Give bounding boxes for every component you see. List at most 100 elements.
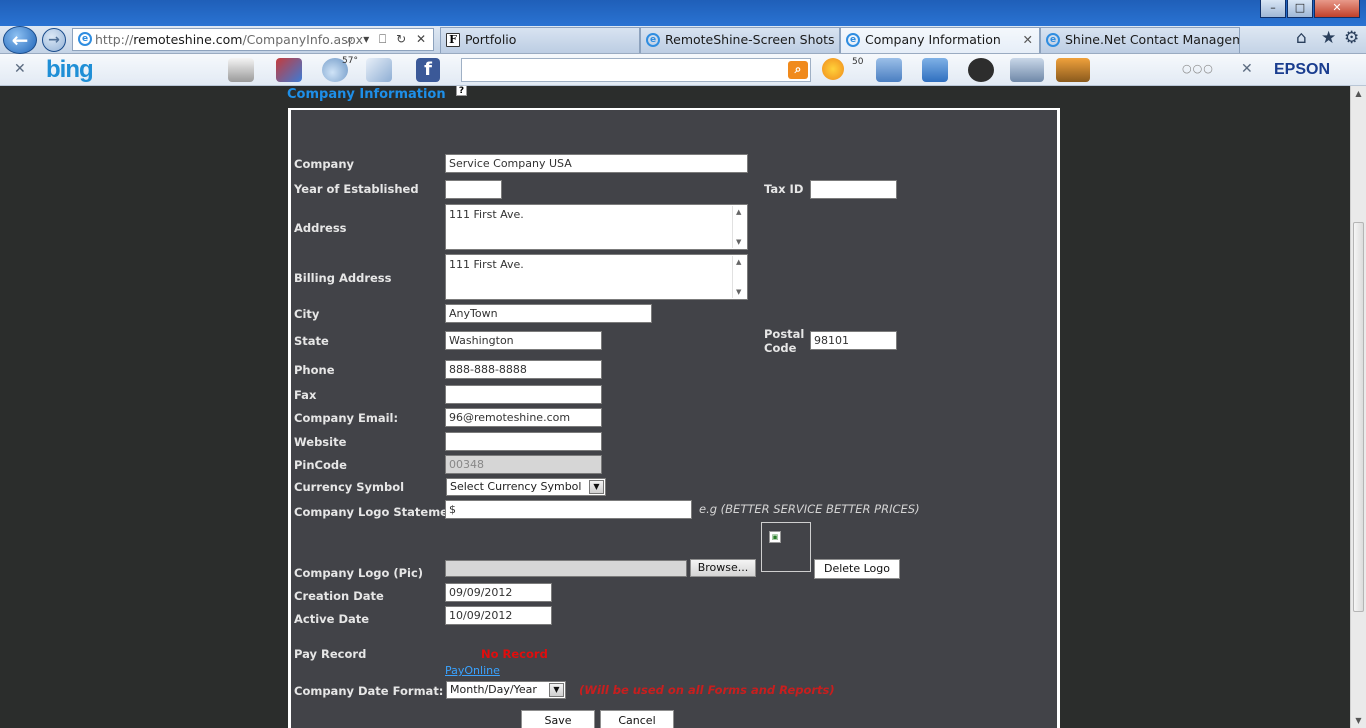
forward-button[interactable]: → (42, 28, 66, 52)
scroll-thumb[interactable] (1353, 222, 1364, 612)
fax-input[interactable] (445, 385, 602, 404)
postal-code-label-line1: Postal (764, 327, 805, 341)
weather-temperature: 57° (342, 56, 358, 66)
tab-portfolio[interactable]: F Portfolio (440, 27, 640, 53)
billing-address-label: Billing Address (294, 271, 392, 285)
pincode-input: 00348 (445, 455, 602, 474)
date-format-hint: (Will be used on all Forms and Reports) (579, 683, 835, 697)
page-title: Company Information (287, 87, 446, 102)
tools-gear-icon[interactable]: ⚙ (1344, 28, 1359, 48)
close-window-button[interactable]: ✕ (1314, 0, 1360, 18)
textarea-scrollbar[interactable]: ▲ ▼ (732, 206, 746, 248)
state-input[interactable]: Washington (445, 331, 602, 350)
website-input[interactable] (445, 432, 602, 451)
ie-tab-icon: e (1046, 33, 1060, 47)
company-logo-label: Company Logo (Pic) (294, 566, 424, 580)
address-label: Address (294, 221, 347, 235)
more-options-icon[interactable]: ○○○ (1182, 62, 1214, 75)
billing-address-textarea[interactable]: 111 First Ave. ▲ ▼ (445, 254, 748, 300)
url-path: /CompanyInfo.aspx (242, 32, 364, 47)
save-button[interactable]: Save (521, 710, 595, 728)
company-input[interactable]: Service Company USA (445, 154, 748, 173)
delete-logo-button[interactable]: Delete Logo (814, 559, 900, 579)
active-date-label: Active Date (294, 612, 370, 626)
toolbar-search-input[interactable]: ⌕ (461, 58, 811, 82)
creation-date-label: Creation Date (294, 589, 384, 603)
state-label: State (294, 334, 329, 348)
close-toolbar-icon[interactable]: ✕ (14, 61, 26, 77)
company-label: Company (294, 157, 354, 171)
phone-label: Phone (294, 363, 335, 377)
address-bar[interactable]: e http://remoteshine.com/CompanyInfo.asp… (72, 28, 434, 51)
cancel-button[interactable]: Cancel (600, 710, 674, 728)
dropdown-arrow-icon: ▼ (589, 480, 604, 494)
creation-date-input[interactable]: 09/09/2012 (445, 583, 552, 602)
active-date-input[interactable]: 10/09/2012 (445, 606, 552, 625)
address-tools-icons[interactable]: ⌕ ▾ ⎕ ↻ ✕ (347, 29, 429, 50)
zune-icon[interactable] (968, 58, 994, 82)
phone-input[interactable]: 888-888-8888 (445, 360, 602, 379)
bing-toolbar: ✕ bing 57° f ⌕ 50 ○○○ ✕ EPSON (0, 54, 1366, 86)
url-domain: remoteshine.com (133, 32, 243, 47)
minimize-button[interactable]: – (1260, 0, 1286, 18)
maps-icon[interactable] (276, 58, 302, 82)
no-record-status: No Record (481, 647, 548, 661)
postal-code-label-line2: Code (764, 341, 797, 355)
broken-image-icon: ▣ (769, 531, 781, 543)
scroll-down-arrow-icon[interactable]: ▼ (1351, 713, 1366, 728)
video-icon[interactable] (1010, 58, 1044, 82)
scroll-up-arrow-icon[interactable]: ▲ (1351, 86, 1366, 101)
postal-code-input[interactable]: 98101 (810, 331, 897, 350)
chat-bubble-icon[interactable] (922, 58, 948, 82)
mail-icon[interactable] (366, 58, 392, 82)
tax-id-label: Tax ID (764, 182, 804, 196)
tab-screen-shots[interactable]: e RemoteShine-Screen Shots (640, 27, 840, 53)
website-label: Website (294, 435, 347, 449)
tab-label: Shine.Net Contact Manageme... (1065, 32, 1239, 47)
company-email-input[interactable]: 96@remoteshine.com (445, 408, 602, 427)
date-format-select[interactable]: Month/Day/Year ▼ (446, 681, 566, 699)
pincode-label: PinCode (294, 458, 347, 472)
back-button[interactable]: ← (3, 26, 37, 54)
bing-logo[interactable]: bing (46, 56, 94, 84)
year-established-input[interactable] (445, 180, 502, 199)
close-epson-icon[interactable]: ✕ (1241, 61, 1253, 77)
search-icon[interactable]: ⌕ (788, 61, 808, 79)
date-format-value: Month/Day/Year (450, 683, 537, 696)
like-thumb-icon[interactable] (876, 58, 902, 82)
currency-symbol-label: Currency Symbol (294, 480, 405, 494)
textarea-scrollbar[interactable]: ▲ ▼ (732, 256, 746, 298)
epson-logo[interactable]: EPSON (1274, 61, 1330, 79)
logo-statement-input[interactable]: $ (445, 500, 692, 519)
maximize-button[interactable]: □ (1287, 0, 1313, 18)
city-input[interactable]: AnyTown (445, 304, 652, 323)
dropdown-arrow-icon: ▼ (549, 683, 564, 697)
address-textarea[interactable]: 111 First Ave. ▲ ▼ (445, 204, 748, 250)
currency-symbol-select[interactable]: Select Currency Symbol ▼ (446, 478, 606, 496)
logo-file-input[interactable] (445, 560, 687, 577)
logo-statement-label: Company Logo Statement (294, 505, 462, 519)
help-icon[interactable]: ? (456, 86, 467, 96)
ie-page-icon: e (78, 32, 92, 46)
tab-company-information[interactable]: e Company Information ✕ (840, 27, 1040, 53)
mail-count: 50 (852, 57, 864, 67)
sun-icon[interactable] (822, 58, 844, 80)
fax-label: Fax (294, 388, 317, 402)
company-email-label: Company Email: (294, 411, 399, 425)
currency-symbol-value: Select Currency Symbol (450, 480, 582, 493)
tax-id-input[interactable] (810, 180, 897, 199)
pay-online-link[interactable]: PayOnline (445, 664, 500, 677)
tab-label: Portfolio (465, 32, 517, 47)
news-icon[interactable] (228, 58, 254, 82)
close-tab-icon[interactable]: ✕ (1023, 28, 1033, 52)
page-scrollbar[interactable]: ▲ ▼ (1350, 86, 1366, 728)
logo-statement-hint: e.g (BETTER SERVICE BETTER PRICES) (699, 502, 920, 516)
browse-button[interactable]: Browse... (690, 559, 756, 577)
tab-label: Company Information (865, 32, 1001, 47)
favorites-star-icon[interactable]: ★ (1321, 28, 1336, 48)
year-established-label: Year of Established (294, 182, 419, 196)
games-icon[interactable] (1056, 58, 1090, 82)
tab-contact-management[interactable]: e Shine.Net Contact Manageme... (1040, 27, 1240, 53)
home-icon[interactable]: ⌂ (1296, 28, 1307, 48)
facebook-icon[interactable]: f (416, 58, 440, 82)
